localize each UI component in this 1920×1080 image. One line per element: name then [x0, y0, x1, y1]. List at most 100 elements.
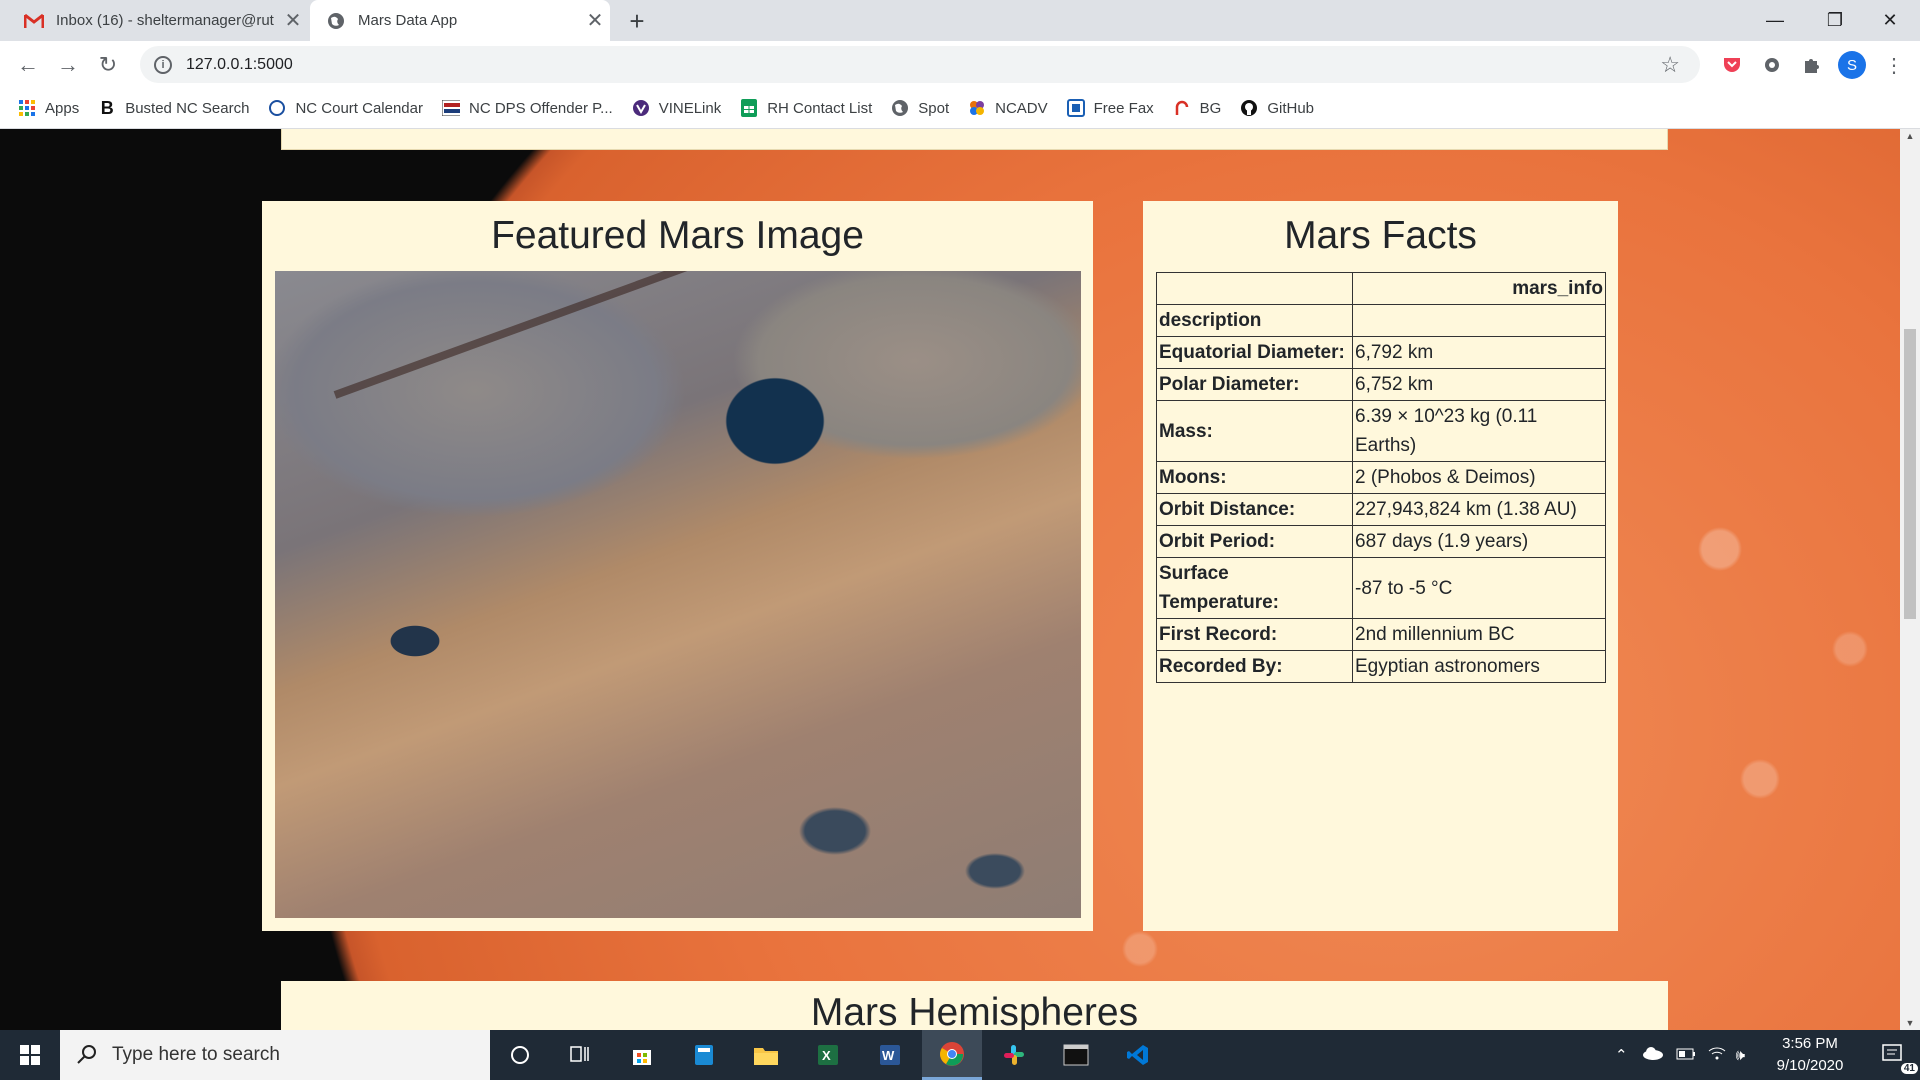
bookmark-spot[interactable]: Spot [891, 99, 949, 117]
fact-value: 6,792 km [1352, 336, 1606, 369]
tab-label: Inbox (16) - sheltermanager@rut [56, 12, 274, 29]
table-index-row: description [1156, 304, 1606, 337]
cortana-icon[interactable] [490, 1030, 550, 1080]
excel-icon[interactable]: X [798, 1030, 858, 1080]
bookmark-rh-contact-list[interactable]: RH Contact List [740, 99, 872, 117]
site-info-icon[interactable]: i [154, 55, 172, 74]
system-tray: ⌃ 🕪 [1615, 1030, 1745, 1080]
bookmark-star-icon[interactable]: ☆ [1660, 52, 1680, 78]
restore-button[interactable]: ❐ [1805, 0, 1865, 41]
bookmark-vinelink[interactable]: VINELink [632, 99, 722, 117]
fact-key: Orbit Period: [1156, 525, 1353, 558]
reload-button[interactable]: ↻ [92, 49, 124, 81]
bookmark-ncadv[interactable]: NCADV [968, 99, 1048, 117]
close-tab-icon[interactable]: ✕ [278, 8, 308, 33]
wifi-icon[interactable] [1708, 1046, 1726, 1064]
fact-key: First Record: [1156, 618, 1353, 651]
scrollbar-thumb[interactable] [1904, 329, 1916, 619]
bookmark-label: Spot [918, 99, 950, 117]
task-view-icon[interactable] [550, 1030, 610, 1080]
fact-value: 687 days (1.9 years) [1352, 525, 1606, 558]
fax-icon [1066, 99, 1085, 117]
bookmark-label: RH Contact List [767, 99, 873, 117]
ncadv-icon [968, 99, 986, 117]
fact-value: 227,943,824 km (1.38 AU) [1352, 493, 1606, 526]
bookmark-label: Busted NC Search [125, 99, 250, 117]
fact-value: Egyptian astronomers [1352, 650, 1606, 683]
close-window-button[interactable]: ✕ [1860, 0, 1920, 41]
bookmark-bg[interactable]: BG [1173, 99, 1222, 117]
action-center-button[interactable]: 41 [1864, 1030, 1920, 1080]
start-button[interactable] [0, 1030, 60, 1080]
fact-value: 2 (Phobos & Deimos) [1352, 461, 1606, 494]
calculator-app-icon[interactable] [674, 1030, 734, 1080]
word-icon[interactable]: W [860, 1030, 920, 1080]
table-row: Orbit Period: 687 days (1.9 years) [1156, 525, 1606, 558]
page-viewport: Featured Mars Image Mars Facts mars_info… [0, 129, 1900, 1030]
close-tab-icon[interactable]: ✕ [580, 8, 610, 33]
fact-key: Recorded By: [1156, 650, 1353, 683]
tab-strip: Inbox (16) - sheltermanager@rut ✕ Mars D… [0, 0, 1920, 41]
bookmark-free-fax[interactable]: Free Fax [1066, 99, 1154, 117]
profile-avatar[interactable]: S [1838, 51, 1866, 79]
bookmark-apps[interactable]: Apps [18, 99, 79, 117]
circle-icon [268, 99, 286, 117]
sheets-icon [740, 99, 758, 117]
extension-circle-icon[interactable] [1760, 53, 1784, 77]
page-scrollbar[interactable]: ▲ ▼ [1900, 129, 1920, 1030]
store-icon[interactable] [612, 1030, 672, 1080]
bookmark-label: NCADV [995, 99, 1048, 117]
clock-date: 9/10/2020 [1776, 1057, 1844, 1074]
hemispheres-title: Mars Hemispheres [810, 991, 1139, 1030]
slack-icon[interactable] [984, 1030, 1044, 1080]
extensions-puzzle-icon[interactable] [1800, 53, 1824, 77]
tab-gmail[interactable]: Inbox (16) - sheltermanager@rut ✕ [8, 0, 308, 41]
featured-image-title: Featured Mars Image [491, 214, 864, 257]
table-row: Equatorial Diameter: 6,792 km [1156, 336, 1606, 369]
battery-icon[interactable] [1676, 1047, 1696, 1064]
bookmark-nc-court-calendar[interactable]: NC Court Calendar [268, 99, 423, 117]
dps-icon [442, 99, 460, 117]
bookmark-label: Apps [45, 99, 80, 117]
fact-key: Polar Diameter: [1156, 368, 1353, 401]
chevron-up-icon[interactable]: ⌃ [1615, 1046, 1628, 1064]
file-explorer-icon[interactable] [736, 1030, 796, 1080]
bookmark-label: VINELink [658, 99, 722, 117]
pocket-icon[interactable] [1720, 53, 1744, 77]
tab-mars-data-app[interactable]: Mars Data App ✕ [310, 0, 610, 41]
table-row: First Record: 2nd millennium BC [1156, 618, 1606, 651]
volume-icon[interactable]: 🕪 [1736, 1047, 1745, 1064]
table-row: Recorded By: Egyptian astronomers [1156, 650, 1606, 683]
browser-toolbar: ← → ↻ i 127.0.0.1:5000 ☆ S ⋮ [0, 41, 1920, 88]
bookmark-nc-dps-offender[interactable]: NC DPS Offender P... [442, 99, 613, 117]
bg-icon [1173, 99, 1191, 117]
taskbar-search-box[interactable]: Type here to search [60, 1030, 490, 1080]
minimize-button[interactable]: — [1745, 0, 1805, 41]
featured-image-card: Featured Mars Image [262, 201, 1093, 931]
table-index-empty [1352, 304, 1606, 337]
terminal-icon[interactable] [1046, 1030, 1106, 1080]
chrome-taskbar-icon[interactable] [922, 1030, 982, 1080]
bookmark-busted-nc-search[interactable]: B Busted NC Search [98, 97, 250, 118]
scroll-up-arrow-icon[interactable]: ▲ [1900, 131, 1920, 141]
bookmark-github[interactable]: GitHub [1240, 99, 1314, 117]
scroll-down-arrow-icon[interactable]: ▼ [1900, 1018, 1920, 1028]
github-icon [1240, 99, 1258, 117]
back-button[interactable]: ← [12, 49, 44, 81]
onedrive-cloud-icon[interactable] [1642, 1046, 1664, 1064]
fact-key: Surface Temperature: [1156, 557, 1353, 619]
forward-button[interactable]: → [52, 49, 84, 81]
mars-facts-title: Mars Facts [1284, 214, 1477, 257]
table-row: Orbit Distance: 227,943,824 km (1.38 AU) [1156, 493, 1606, 526]
b-logo-icon: B [100, 97, 114, 118]
hemispheres-card: Mars Hemispheres [281, 981, 1668, 1030]
jumbotron-card [281, 129, 1668, 150]
bookmark-label: BG [1199, 99, 1222, 117]
new-tab-button[interactable]: + [620, 4, 654, 38]
vscode-icon[interactable] [1108, 1030, 1168, 1080]
address-bar[interactable]: i 127.0.0.1:5000 ☆ [140, 46, 1700, 83]
menu-kebab-icon[interactable]: ⋮ [1882, 53, 1906, 77]
taskbar-clock[interactable]: 3:56 PM 9/10/2020 [1760, 1033, 1860, 1077]
windows-logo-icon [20, 1045, 40, 1065]
mars-facts-card: Mars Facts mars_info description Equator… [1143, 201, 1618, 931]
